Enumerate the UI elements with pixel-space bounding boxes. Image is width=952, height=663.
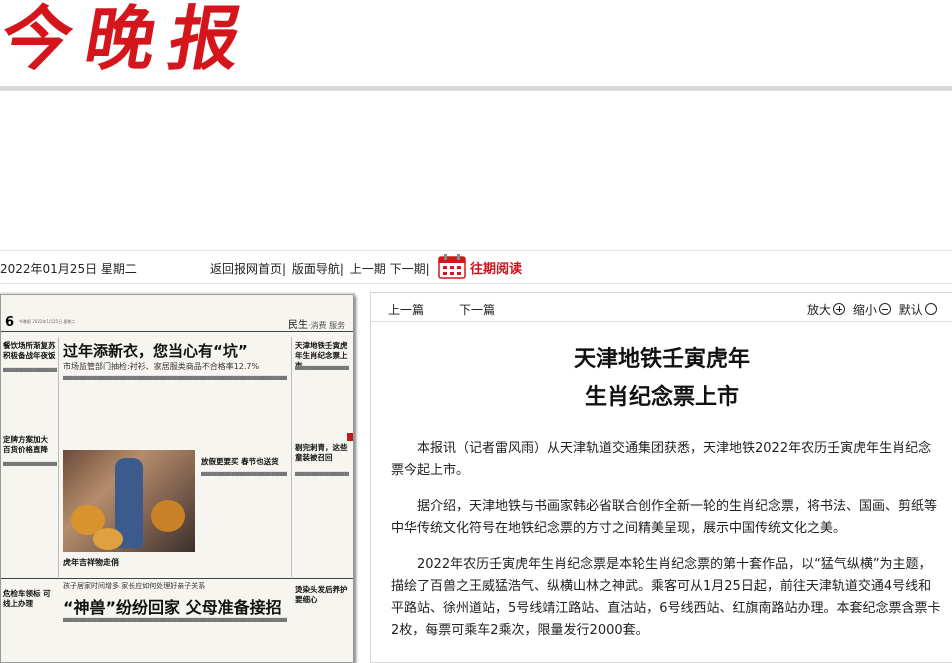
story-link[interactable]: 剔完刺青，这些童装被召回 bbox=[295, 443, 349, 463]
newspaper-page[interactable]: 6 今晚报 2022年1月25日 星期二 民生·消费 服务 餐饮场所渐复苏 积极… bbox=[0, 294, 354, 663]
nav-links: 返回报网首页| 版面导航| 上一期 下一期| bbox=[210, 260, 432, 277]
red-marker bbox=[347, 433, 353, 441]
next-issue-link[interactable]: 下一期 bbox=[390, 262, 426, 276]
page-header-strip: 今晚报 2022年1月25日 星期二 bbox=[19, 319, 76, 324]
body-text-block: ▇▇▇▇▇▇▇▇▇▇▇▇▇▇▇▇▇▇▇▇▇▇▇▇▇▇▇▇▇▇▇▇▇▇▇▇▇▇▇▇… bbox=[3, 367, 57, 372]
calendar-icon[interactable] bbox=[438, 253, 466, 279]
body-text-block: ▇▇▇▇▇▇▇▇▇▇▇▇▇▇▇▇▇▇▇▇▇▇▇▇▇▇▇▇▇▇▇▇▇▇▇▇▇▇▇▇… bbox=[295, 365, 349, 370]
photo-caption: 虎年吉祥物走俏 bbox=[63, 558, 119, 567]
story-link[interactable]: 烫染头发后养护要细心 bbox=[295, 585, 349, 605]
article-paragraph: 2022年农历壬寅虎年生肖纪念票是本轮生肖纪念票的第十套作品，以“猛气纵横”为主… bbox=[391, 557, 941, 638]
masthead: 今晚报 bbox=[0, 0, 952, 84]
body-text-block: ▇▇▇▇▇▇▇▇▇▇▇▇▇▇▇▇▇▇▇▇▇▇▇▇▇▇▇▇▇▇▇▇▇▇▇▇▇▇▇▇… bbox=[63, 617, 287, 622]
zoom-out-icon bbox=[878, 303, 891, 315]
zoom-controls: 放大 缩小 默认 bbox=[807, 301, 941, 318]
story-link[interactable]: 放假更要买 春节也送货 bbox=[201, 457, 287, 467]
page-rule bbox=[1, 331, 353, 332]
article-paragraph: 据介绍，天津地铁与书画家韩必省联合创作全新一轮的生肖纪念票，将书法、国画、剪纸等… bbox=[391, 499, 938, 536]
article-paragraph: 本报讯（记者雷风雨）从天津轨道交通集团获悉，天津地铁2022年农历壬寅虎年生肖纪… bbox=[391, 441, 932, 478]
body-text-block: ▇▇▇▇▇▇▇▇▇▇▇▇▇▇▇▇▇▇▇▇▇▇▇▇▇▇▇▇▇▇▇▇▇▇▇▇▇▇▇▇… bbox=[295, 471, 349, 476]
past-issues-link[interactable]: 往期阅读 bbox=[470, 258, 522, 277]
body-text-block: ▇▇▇▇▇▇▇▇▇▇▇▇▇▇▇▇▇▇▇▇▇▇▇▇▇▇▇▇▇▇▇▇▇▇▇▇▇▇▇▇… bbox=[3, 461, 57, 466]
section-name: 民生·消费 服务 bbox=[288, 320, 346, 331]
separator: | bbox=[425, 262, 430, 276]
body-text-block: ▇▇▇▇▇▇▇▇▇▇▇▇▇▇▇▇▇▇▇▇▇▇▇▇▇▇▇▇▇▇▇▇▇▇▇▇▇▇▇▇… bbox=[63, 375, 287, 380]
newspaper-logo[interactable]: 今晚报 bbox=[0, 0, 262, 84]
page-number: 6 bbox=[5, 315, 15, 330]
home-link[interactable]: 返回报网首页 bbox=[210, 262, 282, 276]
second-kicker: 孩子居家时间增多 家长应如何处理好亲子关系 bbox=[63, 582, 206, 590]
edition-date: 2022年01月25日 星期二 bbox=[0, 262, 137, 276]
main-headline[interactable]: 过年添新衣，您当心有“坑” bbox=[63, 340, 248, 361]
zoom-out-button[interactable]: 缩小 bbox=[853, 303, 895, 317]
prev-article-link[interactable]: 上一篇 bbox=[388, 301, 424, 318]
article-title-line1: 天津地铁壬寅虎年 bbox=[573, 347, 750, 372]
second-headline[interactable]: “神兽”纷纷回家 父母准备接招 bbox=[63, 594, 282, 618]
zoom-reset-icon bbox=[924, 303, 937, 315]
separator: | bbox=[339, 262, 344, 276]
body-text-block: ▇▇▇▇▇▇▇▇▇▇▇▇▇▇▇▇▇▇▇▇▇▇▇▇▇▇▇▇▇▇▇▇▇▇▇▇▇▇▇▇… bbox=[201, 471, 287, 476]
column-rule bbox=[58, 337, 59, 577]
news-photo-tiger-toys[interactable] bbox=[63, 450, 195, 552]
banner-space bbox=[0, 91, 952, 249]
main-subheadline: 市场监管部门抽检:衬衫、家居服类商品不合格率12.7% bbox=[63, 362, 260, 371]
edition-navbar: 2022年01月25日 星期二 返回报网首页| 版面导航| 上一期 下一期| 往… bbox=[0, 250, 952, 284]
prev-issue-link[interactable]: 上一期 bbox=[350, 262, 386, 276]
page-rule bbox=[1, 578, 353, 579]
story-link[interactable]: 定牌方案加大 百货价格直降 bbox=[3, 435, 57, 455]
page-thumbnail-area: 6 今晚报 2022年1月25日 星期二 民生·消费 服务 餐饮场所渐复苏 积极… bbox=[0, 292, 356, 663]
column-rule bbox=[291, 337, 292, 577]
zoom-in-button[interactable]: 放大 bbox=[807, 303, 849, 317]
separator: | bbox=[282, 262, 287, 276]
story-link[interactable]: 危检车领标 可线上办理 bbox=[3, 589, 57, 609]
article-title-line2: 生肖纪念票上市 bbox=[584, 385, 739, 410]
next-article-link[interactable]: 下一篇 bbox=[459, 301, 495, 318]
article-body: 本报讯（记者雷风雨）从天津轨道交通集团获悉，天津地铁2022年农历壬寅虎年生肖纪… bbox=[391, 438, 943, 656]
article-toolbar: 上一篇 下一篇 放大 缩小 默认 bbox=[371, 293, 952, 322]
zoom-in-icon bbox=[833, 303, 846, 315]
layout-nav-link[interactable]: 版面导航 bbox=[292, 262, 340, 276]
article-panel: 上一篇 下一篇 放大 缩小 默认 天津地铁壬寅虎年 生肖纪念票上市 本报讯（记者… bbox=[370, 292, 952, 663]
story-link[interactable]: 餐饮场所渐复苏 积极备战年夜饭 bbox=[3, 341, 57, 361]
zoom-default-button[interactable]: 默认 bbox=[899, 303, 941, 317]
